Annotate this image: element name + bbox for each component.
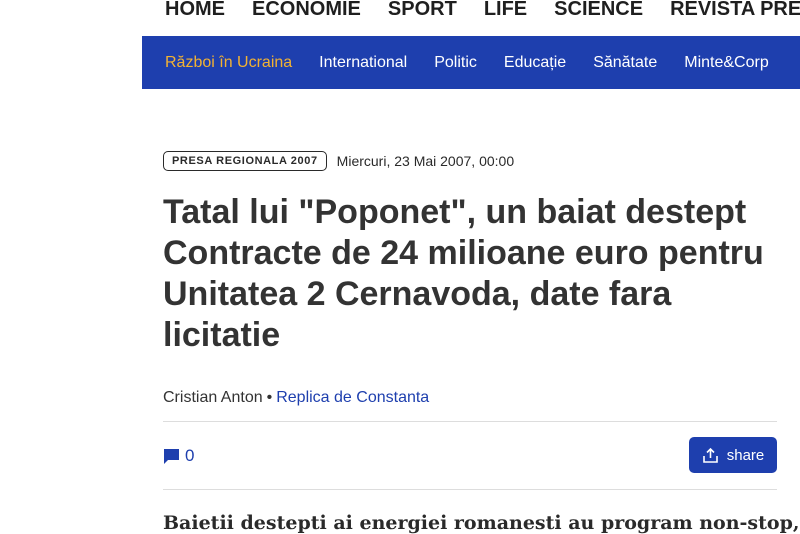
article-title: Tatal lui "Poponet", un baiat destept Co… [163, 193, 764, 354]
category-international[interactable]: International [319, 54, 407, 72]
category-minte-corp[interactable]: Minte&Corp [684, 54, 768, 72]
category-educatie[interactable]: Educație [504, 54, 566, 72]
nav-life[interactable]: LIFE [484, 0, 527, 22]
source-link[interactable]: Replica de Constanta [276, 389, 429, 406]
article-meta: PRESA REGIONALA 2007 Miercuri, 23 Mai 20… [163, 151, 514, 171]
category-sanatate[interactable]: Sănătate [593, 54, 657, 72]
nav-economie[interactable]: ECONOMIE [252, 0, 361, 22]
comments-link[interactable]: 0 [163, 446, 194, 466]
author-name: Cristian Anton [163, 389, 263, 406]
share-button[interactable]: share [689, 437, 777, 473]
top-navigation: HOME ECONOMIE SPORT LIFE SCIENCE REVISTA… [165, 0, 800, 22]
nav-sport[interactable]: SPORT [388, 0, 457, 22]
byline: Cristian Anton • Replica de Constanta [163, 389, 429, 407]
article-lead: Baietii destepti ai energiei romanesti a… [163, 512, 800, 534]
byline-separator: • [266, 389, 273, 406]
category-bar: Război în Ucraina International Politic … [142, 36, 800, 89]
comment-count: 0 [185, 446, 195, 465]
speech-bubble-icon [164, 448, 179, 464]
article-date: Miercuri, 23 Mai 2007, 00:00 [336, 153, 515, 169]
category-razboi-ucraina[interactable]: Război în Ucraina [165, 54, 292, 72]
nav-science[interactable]: SCIENCE [554, 0, 643, 22]
nav-home[interactable]: HOME [165, 0, 225, 22]
section-badge[interactable]: PRESA REGIONALA 2007 [163, 151, 327, 171]
upload-share-icon [702, 447, 718, 463]
divider-bottom [163, 489, 777, 490]
share-label: share [726, 446, 765, 464]
category-politic[interactable]: Politic [434, 54, 477, 72]
divider-top [163, 421, 777, 422]
nav-revista-presei[interactable]: REVISTA PRESEI [670, 0, 800, 22]
